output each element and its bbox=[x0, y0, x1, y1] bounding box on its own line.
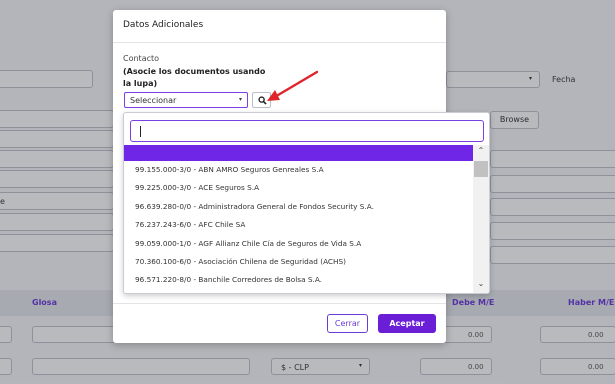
dropdown-scrollbar[interactable]: ⌃ ⌄ bbox=[473, 145, 489, 293]
dropdown-options: 99.155.000-3/0 - ABN AMRO Seguros Genrea… bbox=[124, 145, 473, 293]
scroll-thumb[interactable] bbox=[474, 161, 488, 177]
dropdown-option[interactable]: 99.155.000-3/0 - ABN AMRO Seguros Genrea… bbox=[124, 161, 473, 179]
contact-dropdown: 99.155.000-3/0 - ABN AMRO Seguros Genrea… bbox=[123, 112, 490, 294]
dropdown-option[interactable]: 70.360.100-6/0 - Asociación Chilena de S… bbox=[124, 253, 473, 271]
dropdown-option[interactable]: 96.571.220-8/0 - Banchile Corredores de … bbox=[124, 271, 473, 289]
dropdown-option[interactable]: 99.059.000-1/0 - AGF Allianz Chile Cía d… bbox=[124, 235, 473, 253]
scroll-down-icon[interactable]: ⌄ bbox=[473, 279, 489, 292]
close-button[interactable]: Cerrar bbox=[327, 314, 368, 333]
footer-divider bbox=[113, 303, 446, 304]
dropdown-option[interactable] bbox=[124, 145, 473, 161]
dropdown-option[interactable]: 76.237.243-6/0 - AFC Chile SA bbox=[124, 216, 473, 234]
dropdown-option[interactable]: 96.639.280-0/0 - Administradora General … bbox=[124, 198, 473, 216]
text-cursor bbox=[140, 126, 141, 137]
dropdown-option[interactable]: 99.225.000-3/0 - ACE Seguros S.A bbox=[124, 179, 473, 197]
red-arrow-annotation bbox=[267, 70, 319, 101]
accept-button[interactable]: Aceptar bbox=[378, 314, 436, 333]
scroll-up-icon[interactable]: ⌃ bbox=[473, 146, 489, 159]
dropdown-search-input[interactable] bbox=[130, 120, 484, 142]
